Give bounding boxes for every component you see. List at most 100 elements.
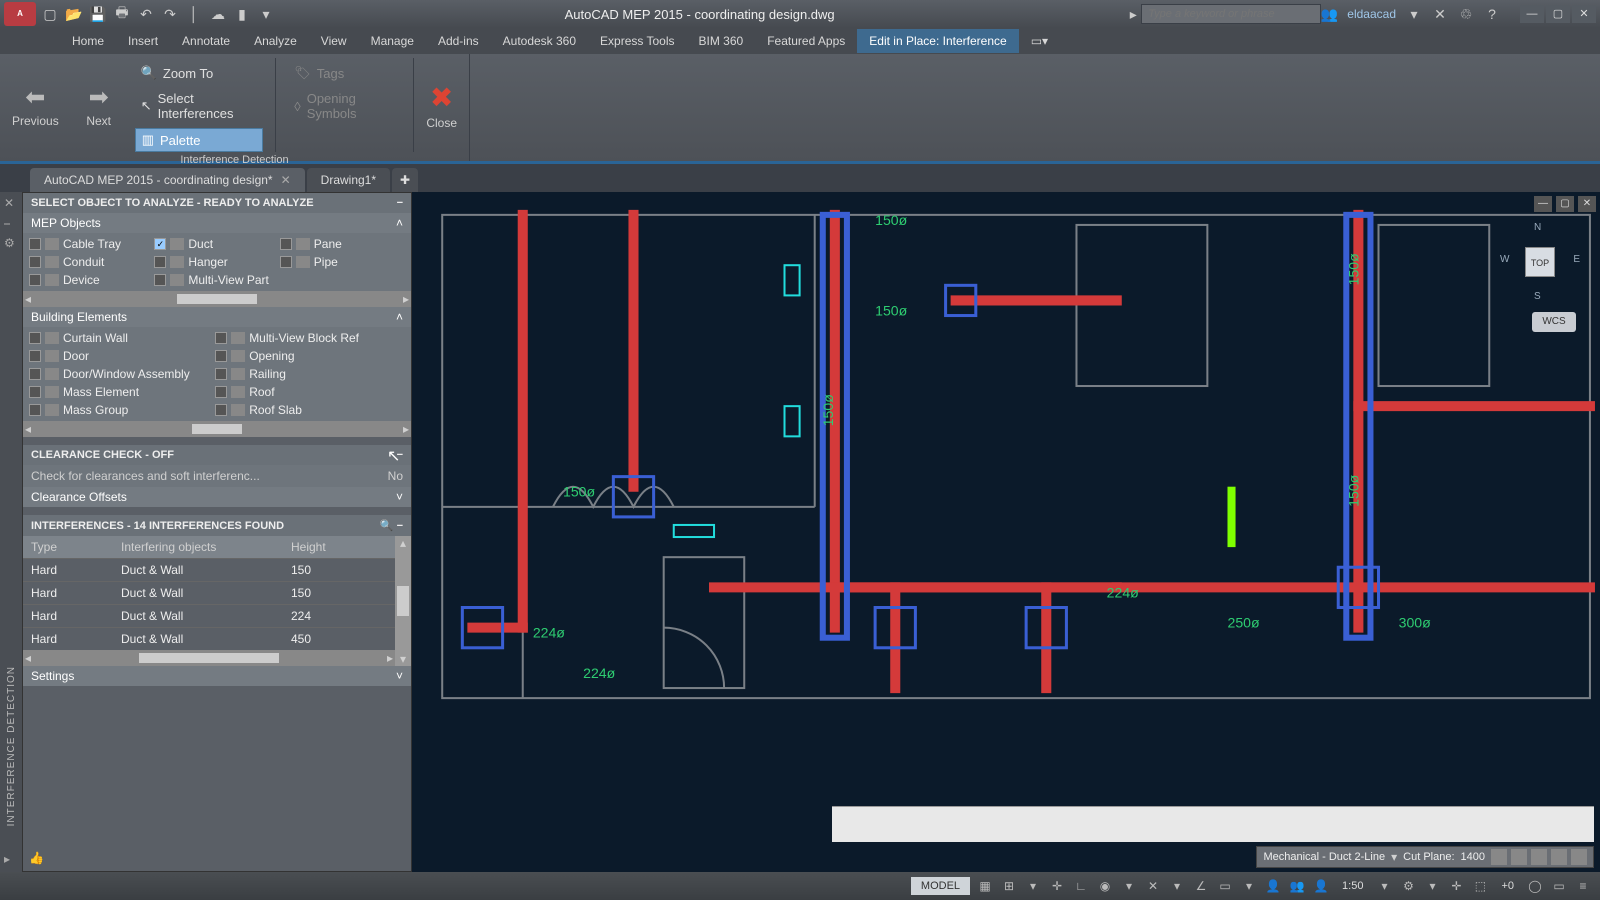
gear-icon[interactable]: ⚙: [4, 236, 18, 250]
tab-bim360[interactable]: BIM 360: [687, 29, 756, 53]
signin-icon[interactable]: 👥: [1321, 6, 1337, 22]
display-icon-5[interactable]: [1571, 849, 1587, 865]
tab-addins[interactable]: Add-ins: [426, 29, 491, 53]
display-icon-2[interactable]: [1511, 849, 1527, 865]
display-icon-3[interactable]: [1531, 849, 1547, 865]
cube-icon[interactable]: ⬚: [1471, 877, 1489, 895]
tab-close-icon[interactable]: ✕: [281, 173, 291, 187]
open-icon[interactable]: 📂: [66, 6, 82, 22]
grid-icon[interactable]: ▦: [976, 877, 994, 895]
user-name[interactable]: eldaacad: [1347, 7, 1396, 21]
pin-icon[interactable]: ⎯: [4, 216, 18, 230]
checkbox-item[interactable]: Mass Group: [27, 401, 213, 419]
chevron-down-icon[interactable]: ˅: [396, 490, 403, 504]
tab-view[interactable]: View: [309, 29, 359, 53]
display-icon-1[interactable]: [1491, 849, 1507, 865]
gear-icon[interactable]: ⚙: [1399, 877, 1417, 895]
display-icon-4[interactable]: [1551, 849, 1567, 865]
snap-icon[interactable]: ⊞: [1000, 877, 1018, 895]
undo-icon[interactable]: ↶: [138, 6, 154, 22]
viewcube-e[interactable]: E: [1573, 254, 1580, 265]
tab-express[interactable]: Express Tools: [588, 29, 686, 53]
zoom-to-button[interactable]: 🔍Zoom To: [135, 62, 264, 84]
checkbox-item[interactable]: Railing: [213, 365, 399, 383]
tab-home[interactable]: Home: [60, 29, 116, 53]
mobile-icon[interactable]: ▮: [234, 6, 250, 22]
command-line[interactable]: [832, 806, 1594, 842]
plus-icon[interactable]: ✛: [1447, 877, 1465, 895]
close-palette-icon[interactable]: ✕: [4, 196, 18, 210]
display-style-select[interactable]: Mechanical - Duct 2-Line: [1263, 851, 1385, 863]
cutplane-value[interactable]: 1400: [1461, 851, 1485, 863]
polar-icon[interactable]: ∟: [1072, 877, 1090, 895]
checkbox-item[interactable]: Multi-View Block Ref: [213, 329, 399, 347]
hscroll-bld[interactable]: ◂▸: [23, 421, 411, 437]
checkbox-item[interactable]: Door/Window Assembly: [27, 365, 213, 383]
checkbox-icon[interactable]: [29, 256, 41, 268]
dropdown-icon[interactable]: ▾: [1168, 877, 1186, 895]
help-icon[interactable]: ?: [1484, 6, 1500, 22]
checkbox-icon[interactable]: [280, 238, 292, 250]
hscroll-mep[interactable]: ◂▸: [23, 291, 411, 307]
otrack-icon[interactable]: ∠: [1192, 877, 1210, 895]
building-elements-header[interactable]: Building Elements˄: [23, 307, 411, 327]
checkbox-icon[interactable]: [215, 404, 227, 416]
collapse-icon[interactable]: −: [397, 197, 403, 209]
checkbox-icon[interactable]: [29, 274, 41, 286]
col-objects[interactable]: Interfering objects: [113, 536, 283, 558]
checkbox-item[interactable]: Hanger: [152, 253, 277, 271]
minimize-button[interactable]: ―: [1520, 5, 1544, 23]
viewport-close-icon[interactable]: ✕: [1578, 196, 1596, 212]
tab-edit-in-place[interactable]: Edit in Place: Interference: [857, 29, 1018, 53]
viewcube-top[interactable]: TOP: [1525, 247, 1555, 277]
search-input[interactable]: [1141, 4, 1321, 24]
checkbox-icon[interactable]: [154, 274, 166, 286]
checkbox-icon[interactable]: [215, 332, 227, 344]
checkbox-item[interactable]: Conduit: [27, 253, 152, 271]
collapse-icon[interactable]: −: [397, 449, 403, 461]
menu-icon[interactable]: ≡: [1574, 877, 1592, 895]
print-icon[interactable]: 🖶: [114, 6, 130, 22]
scale-button[interactable]: 1:50: [1336, 878, 1369, 894]
checkbox-item[interactable]: Pane: [278, 235, 403, 253]
cloud-icon[interactable]: ☁: [210, 6, 226, 22]
play-icon[interactable]: ▸: [1125, 6, 1141, 22]
checkbox-item[interactable]: Device: [27, 271, 152, 289]
monitor-icon[interactable]: ▭: [1550, 877, 1568, 895]
tab-insert[interactable]: Insert: [116, 29, 170, 53]
select-interferences-button[interactable]: ↖Select Interferences: [135, 88, 264, 124]
checkbox-icon[interactable]: [215, 350, 227, 362]
chevron-down-icon[interactable]: ▾: [1406, 6, 1422, 22]
tab-featured[interactable]: Featured Apps: [755, 29, 857, 53]
checkbox-item[interactable]: Mass Element: [27, 383, 213, 401]
clearance-check-row[interactable]: Check for clearances and soft interferen…: [23, 465, 411, 487]
dropdown-icon[interactable]: ▾: [258, 6, 274, 22]
clearance-offsets-row[interactable]: Clearance Offsets˅: [23, 487, 411, 507]
viewport-minimize-icon[interactable]: ―: [1534, 196, 1552, 212]
maximize-button[interactable]: ▢: [1546, 5, 1570, 23]
collapse-icon[interactable]: −: [397, 520, 403, 532]
checkbox-icon[interactable]: [29, 238, 41, 250]
viewcube-n[interactable]: N: [1534, 222, 1541, 233]
interferences-header[interactable]: INTERFERENCES - 14 INTERFERENCES FOUND 🔍…: [23, 515, 411, 536]
checkbox-item[interactable]: Door: [27, 347, 213, 365]
table-row[interactable]: HardDuct & Wall150: [23, 581, 395, 604]
hscroll-table[interactable]: ◂▸: [23, 650, 395, 666]
menu-icon[interactable]: ▸: [4, 852, 18, 866]
checkbox-icon[interactable]: [29, 350, 41, 362]
isoplane-icon[interactable]: ◉: [1096, 877, 1114, 895]
viewport-maximize-icon[interactable]: ▢: [1556, 196, 1574, 212]
app-logo[interactable]: A: [4, 2, 36, 26]
file-tab-active[interactable]: AutoCAD MEP 2015 - coordinating design*✕: [30, 168, 305, 192]
checkbox-icon[interactable]: [215, 386, 227, 398]
model-space-button[interactable]: MODEL: [911, 877, 970, 895]
dropdown-icon[interactable]: ▾: [1391, 850, 1397, 864]
person2-icon[interactable]: 👥: [1288, 877, 1306, 895]
vscroll-table[interactable]: ▴▾: [395, 536, 411, 666]
table-row[interactable]: HardDuct & Wall224: [23, 604, 395, 627]
settings-row[interactable]: Settings˅: [23, 666, 411, 686]
chevron-up-icon[interactable]: ˄: [396, 310, 403, 324]
tab-manage[interactable]: Manage: [359, 29, 426, 53]
checkbox-item[interactable]: Roof: [213, 383, 399, 401]
viewcube-w[interactable]: W: [1500, 254, 1509, 265]
